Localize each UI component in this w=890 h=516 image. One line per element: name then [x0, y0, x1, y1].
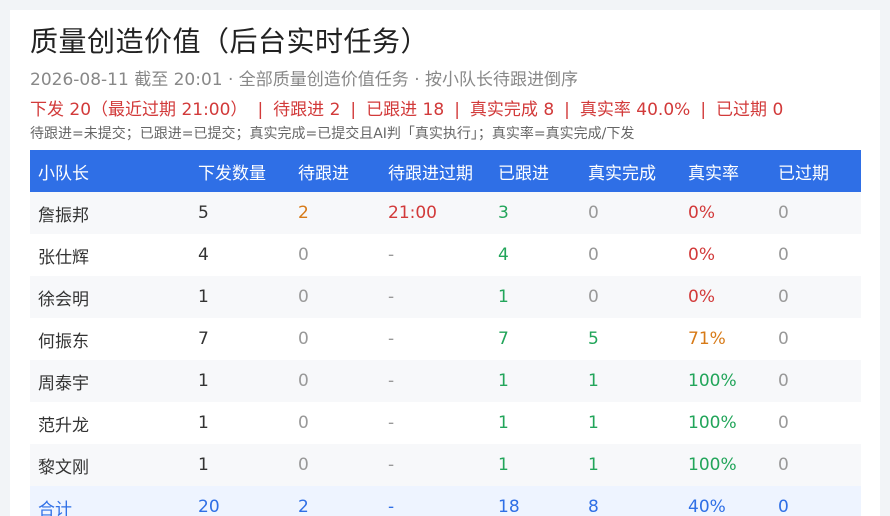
cell-pending-expire: -	[380, 318, 490, 360]
summary-separator: |	[700, 100, 707, 120]
cell-real-rate: 0%	[680, 234, 770, 276]
table-row: 詹振邦 5 2 21:00 3 0 0% 0	[30, 192, 861, 234]
total-pending: 2	[290, 486, 380, 516]
summary-separator: |	[257, 100, 264, 120]
cell-followed: 4	[490, 234, 580, 276]
cell-real-rate: 100%	[680, 402, 770, 444]
cell-real-rate: 0%	[680, 276, 770, 318]
cell-real-rate: 71%	[680, 318, 770, 360]
cell-expired: 0	[770, 318, 861, 360]
cell-dispatched: 5	[190, 192, 290, 234]
column-header-real-done: 真实完成	[580, 150, 680, 192]
cell-real-rate: 100%	[680, 360, 770, 402]
column-header-real-rate: 真实率	[680, 150, 770, 192]
cell-pending: 0	[290, 234, 380, 276]
table-row: 何振东 7 0-7 5 71% 0	[30, 318, 861, 360]
column-header-leader: 小队长	[30, 150, 190, 192]
column-header-followed: 已跟进	[490, 150, 580, 192]
cell-real-rate: 100%	[680, 444, 770, 486]
cell-leader: 范升龙	[30, 402, 190, 444]
cell-real-done: 1	[580, 444, 680, 486]
cell-expired: 0	[770, 444, 861, 486]
cell-expired: 0	[770, 360, 861, 402]
column-header-dispatched: 下发数量	[190, 150, 290, 192]
cell-real-done: 0	[580, 192, 680, 234]
cell-followed: 1	[490, 402, 580, 444]
cell-dispatched: 4	[190, 234, 290, 276]
total-leader: 合计	[30, 486, 190, 516]
cell-pending: 0	[290, 360, 380, 402]
summary-separator: |	[350, 100, 357, 120]
total-real-rate: 40%	[680, 486, 770, 516]
total-pending-expire: -	[380, 486, 490, 516]
table-body: 詹振邦 5 2 21:00 3 0 0% 0 张仕辉 4 0-4 0 0% 0 徐会明 1 0-1 0 0% 0 何振东…	[30, 192, 861, 516]
cell-pending: 0	[290, 402, 380, 444]
column-header-expired: 已过期	[770, 150, 861, 192]
cell-followed: 7	[490, 318, 580, 360]
table-row: 张仕辉 4 0-4 0 0% 0	[30, 234, 861, 276]
cell-dispatched: 1	[190, 360, 290, 402]
cell-dispatched: 1	[190, 444, 290, 486]
cell-expired: 0	[770, 234, 861, 276]
table-row: 徐会明 1 0-1 0 0% 0	[30, 276, 861, 318]
cell-dispatched: 7	[190, 318, 290, 360]
cell-pending-expire: -	[380, 444, 490, 486]
summary-separator: |	[564, 100, 570, 120]
cell-real-done: 1	[580, 402, 680, 444]
cell-dispatched: 1	[190, 276, 290, 318]
cell-pending: 0	[290, 444, 380, 486]
cell-expired: 0	[770, 276, 861, 318]
page-subtitle: 2026-08-11 截至 20:01 · 全部质量创造价值任务 · 按小队长待…	[30, 70, 579, 90]
summary-expired: 已过期 0	[716, 100, 784, 120]
summary-followed: 已跟进 18	[366, 100, 445, 120]
table-row: 黎文刚 1 0-1 1 100% 0	[30, 444, 861, 486]
table-row: 周泰宇 1 0-1 1 100% 0	[30, 360, 861, 402]
summary-bar: 下发 20（最近过期 21:00） | 待跟进 2 | 已跟进 18 | 真实完成 8 | 真实…	[30, 98, 860, 122]
cell-leader: 何振东	[30, 318, 190, 360]
cell-followed: 3	[490, 192, 580, 234]
leader-table: 小队长 下发数量 待跟进 待跟进过期 已跟进 真实完成 真实率 已过期 詹振邦 5 2 21:00 3…	[30, 150, 861, 516]
report-panel: 质量创造价值（后台实时任务） 2026-08-11 截至 20:01 · 全部质…	[10, 10, 880, 516]
table-total-row: 合计 20 2-18 8 40% 0	[30, 486, 861, 516]
total-expired: 0	[770, 486, 861, 516]
summary-dispatched: 下发 20（最近过期 21:00）	[30, 100, 248, 120]
cell-pending: 0	[290, 276, 380, 318]
total-real-done: 8	[580, 486, 680, 516]
cell-leader: 周泰宇	[30, 360, 190, 402]
cell-real-rate: 0%	[680, 192, 770, 234]
page-title: 质量创造价值（后台实时任务）	[30, 25, 430, 58]
cell-leader: 张仕辉	[30, 234, 190, 276]
cell-followed: 1	[490, 360, 580, 402]
cell-followed: 1	[490, 276, 580, 318]
cell-real-done: 0	[580, 234, 680, 276]
cell-pending: 0	[290, 318, 380, 360]
summary-pending: 待跟进 2	[273, 100, 341, 120]
cell-real-done: 5	[580, 318, 680, 360]
table-row: 范升龙 1 0-1 1 100% 0	[30, 402, 861, 444]
cell-leader: 詹振邦	[30, 192, 190, 234]
cell-expired: 0	[770, 402, 861, 444]
column-header-pending-expire: 待跟进过期	[380, 150, 490, 192]
cell-real-done: 1	[580, 360, 680, 402]
table-header-row: 小队长 下发数量 待跟进 待跟进过期 已跟进 真实完成 真实率 已过期	[30, 150, 861, 192]
total-followed: 18	[490, 486, 580, 516]
cell-pending-expire: -	[380, 360, 490, 402]
cell-pending-expire: -	[380, 402, 490, 444]
cell-pending-expire: -	[380, 276, 490, 318]
cell-pending-expire: -	[380, 234, 490, 276]
cell-expired: 0	[770, 192, 861, 234]
column-header-pending: 待跟进	[290, 150, 380, 192]
summary-real-rate: 真实率 40.0%	[579, 100, 691, 120]
cell-dispatched: 1	[190, 402, 290, 444]
metric-legend: 待跟进=未提交；已跟进=已提交；真实完成=已提交且AI判「真实执行」；真实率=真…	[30, 126, 635, 142]
summary-separator: |	[454, 100, 460, 120]
cell-real-done: 0	[580, 276, 680, 318]
cell-pending-expire: 21:00	[380, 192, 490, 234]
cell-followed: 1	[490, 444, 580, 486]
cell-leader: 黎文刚	[30, 444, 190, 486]
summary-real-done: 真实完成 8	[469, 100, 555, 120]
cell-leader: 徐会明	[30, 276, 190, 318]
total-dispatched: 20	[190, 486, 290, 516]
cell-pending: 2	[290, 192, 380, 234]
